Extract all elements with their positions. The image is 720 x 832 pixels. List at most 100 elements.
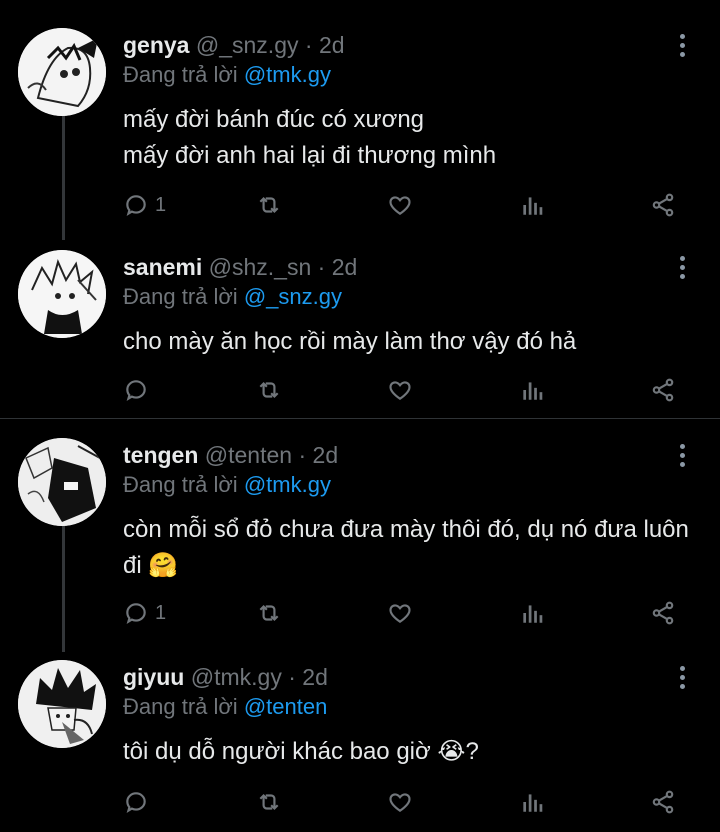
- tweet-line-last: tôi dụ dỗ người khác bao giờ 😭?: [123, 734, 703, 770]
- reply-button[interactable]: 1: [123, 596, 166, 630]
- reply-icon: [126, 380, 146, 401]
- tweet-giyuu[interactable]: giyuu @tmk.gy · 2d Đang trả lời @tenten …: [0, 660, 720, 830]
- like-button[interactable]: [387, 596, 413, 630]
- replying-to: Đang trả lời @tmk.gy: [123, 470, 331, 500]
- user-handle[interactable]: @tmk.gy: [191, 664, 282, 690]
- share-button[interactable]: [650, 596, 676, 630]
- tweet-line: mấy đời bánh đúc có xương: [123, 106, 425, 133]
- display-name[interactable]: genya: [123, 32, 189, 58]
- heart-icon: [389, 381, 411, 400]
- like-button[interactable]: [387, 188, 413, 222]
- tweet-sanemi[interactable]: sanemi @shz._sn · 2d Đang trả lời @_snz.…: [0, 250, 720, 415]
- retweet-icon: [259, 793, 279, 811]
- tweet-header: giyuu @tmk.gy · 2d: [123, 662, 328, 692]
- more-vertical-icon[interactable]: [672, 254, 692, 280]
- replying-to-link[interactable]: @tmk.gy: [244, 62, 331, 87]
- replying-to: Đang trả lời @tenten: [123, 692, 327, 722]
- replying-prefix: Đang trả lời: [123, 62, 238, 87]
- avatar[interactable]: [18, 660, 106, 748]
- like-button[interactable]: [387, 373, 413, 407]
- like-button[interactable]: [387, 785, 413, 819]
- display-name[interactable]: tengen: [123, 442, 198, 468]
- retweet-icon: [259, 381, 279, 399]
- replying-prefix: Đang trả lời: [123, 284, 238, 309]
- share-icon: [652, 378, 674, 402]
- display-name[interactable]: giyuu: [123, 664, 184, 690]
- tweet-line: tôi dụ dỗ người khác bao giờ: [123, 738, 438, 765]
- tweet-line: mấy đời anh hai lại đi thương mình: [123, 142, 497, 169]
- separator-dot: ·: [298, 442, 307, 468]
- tweet-text: cho mày ăn học rồi mày làm thơ vậy đó hả: [123, 324, 703, 360]
- more-vertical-icon[interactable]: [672, 664, 692, 690]
- display-name[interactable]: sanemi: [123, 254, 202, 280]
- views-icon: [523, 605, 543, 623]
- heart-icon: [389, 196, 411, 215]
- tweet-header: genya @_snz.gy · 2d: [123, 30, 345, 60]
- more-vertical-icon[interactable]: [672, 442, 692, 468]
- retweet-button[interactable]: [256, 188, 282, 222]
- reply-icon: [126, 195, 146, 216]
- tweet-line-last: đi 🤗: [123, 548, 703, 584]
- tweet-actions: 1: [0, 188, 720, 222]
- user-handle[interactable]: @tenten: [205, 442, 292, 468]
- replying-prefix: Đang trả lời: [123, 694, 238, 719]
- tweet-header: sanemi @shz._sn · 2d: [123, 252, 357, 282]
- tweet-line: đi: [123, 552, 142, 579]
- separator-dot: ·: [288, 664, 296, 690]
- views-button[interactable]: [519, 373, 545, 407]
- tweet-actions: 1: [0, 596, 720, 630]
- divider: [0, 418, 720, 419]
- reply-button[interactable]: [123, 373, 155, 407]
- timestamp[interactable]: 2d: [319, 32, 345, 58]
- tweet-header: tengen @tenten · 2d: [123, 440, 338, 470]
- retweet-button[interactable]: [256, 596, 282, 630]
- replying-prefix: Đang trả lời: [123, 472, 238, 497]
- tweet-line: còn mỗi sổ đỏ chưa đưa mày thôi đó, dụ n…: [123, 516, 689, 543]
- avatar[interactable]: [18, 438, 106, 526]
- replying-to-link[interactable]: @_snz.gy: [244, 284, 342, 309]
- avatar[interactable]: [18, 28, 106, 116]
- tweet-text: mấy đời bánh đúc có xương mấy đời anh ha…: [123, 102, 703, 174]
- reply-icon: [126, 792, 146, 813]
- views-icon: [523, 197, 543, 215]
- tweet-actions: [0, 373, 720, 407]
- retweet-icon: [259, 604, 279, 622]
- replying-to: Đang trả lời @_snz.gy: [123, 282, 342, 312]
- avatar[interactable]: [18, 250, 106, 338]
- retweet-button[interactable]: [256, 373, 282, 407]
- reply-button[interactable]: 1: [123, 188, 166, 222]
- share-icon: [652, 193, 674, 217]
- share-icon: [652, 601, 674, 625]
- views-button[interactable]: [519, 188, 545, 222]
- user-handle[interactable]: @shz._sn: [209, 254, 312, 280]
- tweet-trailing: ?: [465, 738, 479, 765]
- tweet-genya[interactable]: genya @_snz.gy · 2d Đang trả lời @tmk.gy…: [0, 28, 720, 228]
- replying-to-link[interactable]: @tenten: [244, 694, 328, 719]
- tweet-actions: [0, 785, 720, 819]
- replying-to-link[interactable]: @tmk.gy: [244, 472, 331, 497]
- views-icon: [523, 794, 543, 812]
- more-vertical-icon[interactable]: [672, 32, 692, 58]
- reply-icon: [126, 603, 146, 624]
- views-icon: [523, 382, 543, 400]
- timestamp[interactable]: 2d: [313, 442, 339, 468]
- share-button[interactable]: [650, 785, 676, 819]
- share-button[interactable]: [650, 188, 676, 222]
- tweet-text: còn mỗi sổ đỏ chưa đưa mày thôi đó, dụ n…: [123, 512, 703, 584]
- reply-button[interactable]: [123, 785, 155, 819]
- heart-icon: [389, 793, 411, 812]
- timestamp[interactable]: 2d: [302, 664, 328, 690]
- tweet-line: cho mày ăn học rồi mày làm thơ vậy đó hả: [123, 328, 577, 355]
- views-button[interactable]: [519, 596, 545, 630]
- separator-dot: ·: [304, 32, 313, 58]
- crying-face-emoji: 😭: [437, 738, 466, 765]
- hugging-face-emoji: 🤗: [148, 552, 179, 579]
- separator-dot: ·: [317, 254, 326, 280]
- timestamp[interactable]: 2d: [332, 254, 358, 280]
- tweet-tengen[interactable]: tengen @tenten · 2d Đang trả lời @tmk.gy…: [0, 438, 720, 638]
- views-button[interactable]: [519, 785, 545, 819]
- retweet-button[interactable]: [256, 785, 282, 819]
- retweet-icon: [259, 196, 279, 214]
- user-handle[interactable]: @_snz.gy: [196, 32, 299, 58]
- share-button[interactable]: [650, 373, 676, 407]
